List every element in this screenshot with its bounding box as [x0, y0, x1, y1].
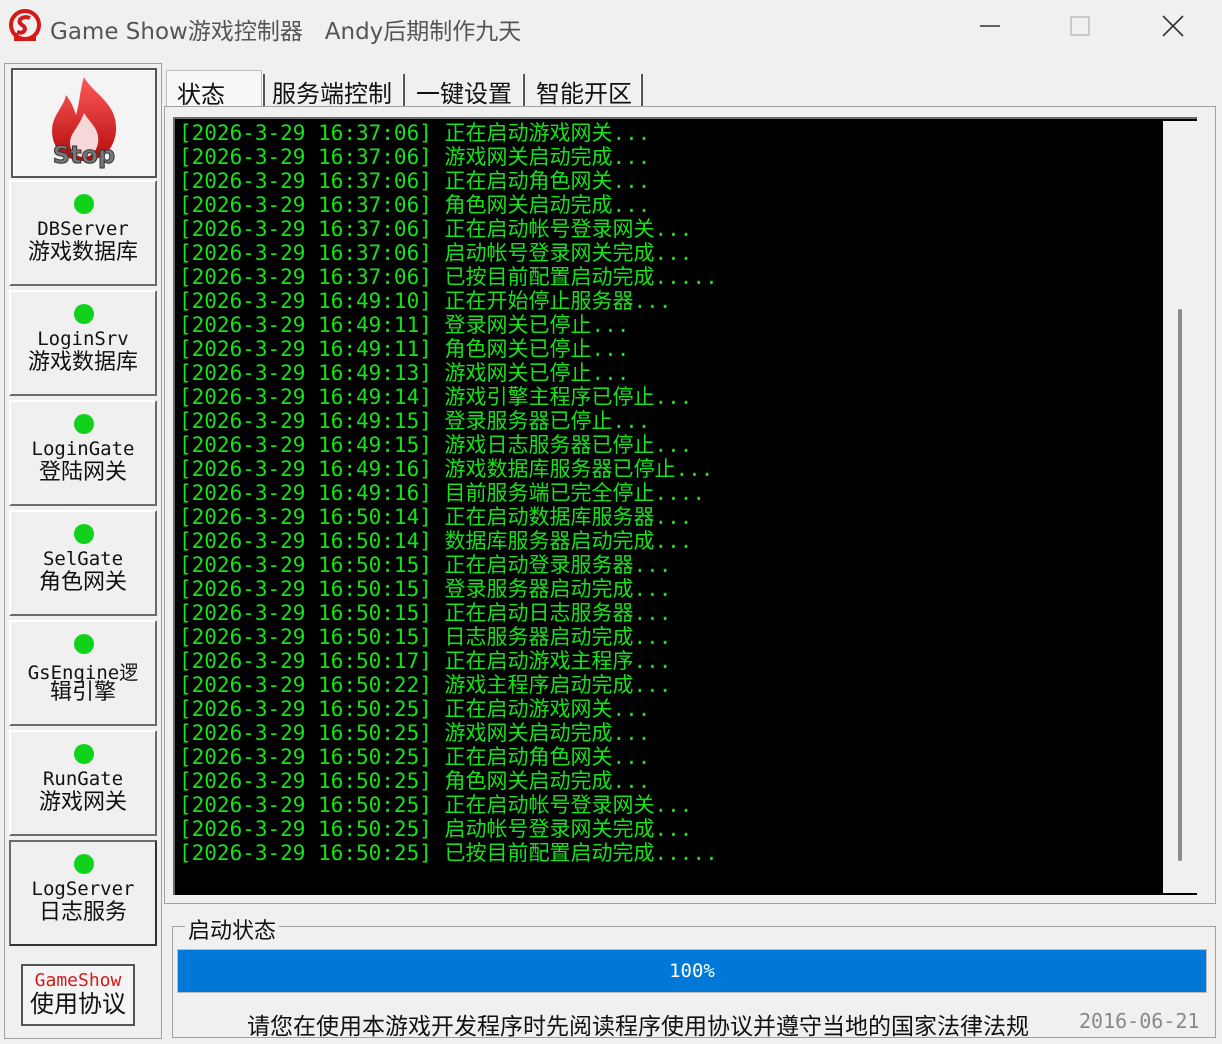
log-line: [2026-3-29 16:49:11] 登录网关已停止...: [179, 313, 630, 337]
log-line: [2026-3-29 16:50:15] 正在启动日志服务器...: [179, 601, 672, 625]
log-line: [2026-3-29 16:50:25] 正在启动帐号登录网关...: [179, 793, 693, 817]
log-line: [2026-3-29 16:37:06] 角色网关启动完成...: [179, 193, 651, 217]
log-line: [2026-3-29 16:50:25] 游戏网关启动完成...: [179, 721, 651, 745]
status-led-icon: [74, 634, 94, 654]
service-button-selgate[interactable]: SelGate 角色网关: [9, 510, 157, 616]
minimize-icon: [980, 25, 1000, 27]
flame-icon: Stop: [52, 77, 117, 170]
status-legend: 启动状态: [185, 913, 280, 945]
agreement-label: 使用协议: [30, 990, 126, 1018]
log-line: [2026-3-29 16:50:14] 数据库服务器启动完成...: [179, 529, 693, 553]
log-line: [2026-3-29 16:50:17] 正在启动游戏主程序...: [179, 649, 672, 673]
minimize-button[interactable]: [955, 0, 1025, 52]
log-line: [2026-3-29 16:50:25] 正在启动角色网关...: [179, 745, 651, 769]
service-desc: 登陆网关: [38, 460, 127, 485]
service-desc: 游戏网关: [38, 790, 127, 815]
status-led-icon: [74, 194, 94, 214]
service-name: LoginSrv: [37, 328, 129, 350]
service-name: RunGate: [42, 768, 124, 790]
service-desc: 辑引擎: [49, 680, 116, 705]
maximize-icon: [1070, 16, 1090, 36]
log-line: [2026-3-29 16:37:06] 正在启动角色网关...: [179, 169, 651, 193]
log-line: [2026-3-29 16:50:15] 日志服务器启动完成...: [179, 625, 672, 649]
close-button[interactable]: [1138, 0, 1208, 52]
tab-separator: [402, 74, 405, 108]
service-button-rungate[interactable]: RunGate 游戏网关: [9, 730, 157, 836]
service-button-loginsrv[interactable]: LoginSrv 游戏数据库: [9, 290, 157, 396]
service-desc: 角色网关: [38, 570, 127, 595]
log-line: [2026-3-29 16:37:06] 启动帐号登录网关完成...: [179, 241, 693, 265]
app-logo-icon: [9, 9, 41, 41]
log-line: [2026-3-29 16:50:14] 正在启动数据库服务器...: [179, 505, 693, 529]
status-led-icon: [74, 414, 94, 434]
service-desc: 游戏数据库: [27, 240, 138, 265]
log-line: [2026-3-29 16:49:13] 游戏网关已停止...: [179, 361, 630, 385]
tab-status[interactable]: 状态: [166, 70, 262, 109]
tab-one-click-setup[interactable]: 一键设置: [416, 70, 512, 108]
service-desc: 游戏数据库: [27, 350, 138, 375]
tab-separator: [522, 74, 525, 108]
service-name: SelGate: [42, 548, 124, 570]
log-line: [2026-3-29 16:49:15] 登录服务器已停止...: [179, 409, 651, 433]
tab-separator: [640, 74, 643, 108]
status-led-icon: [74, 304, 94, 324]
log-line: [2026-3-29 16:37:06] 游戏网关启动完成...: [179, 145, 651, 169]
log-line: [2026-3-29 16:50:15] 登录服务器启动完成...: [179, 577, 672, 601]
maximize-button[interactable]: [1045, 0, 1115, 52]
log-lines: [2026-3-29 16:37:06] 正在启动游戏网关... [2026-3-…: [179, 121, 718, 865]
startup-status-group: 启动状态 100% 请您在使用本游戏开发程序时先阅读程序使用协议并遵守当地的国家…: [172, 913, 1216, 1040]
log-line: [2026-3-29 16:50:22] 游戏主程序启动完成...: [179, 673, 672, 697]
log-line: [2026-3-29 16:37:06] 正在启动游戏网关...: [179, 121, 651, 145]
log-line: [2026-3-29 16:50:25] 已按目前配置启动完成.....: [179, 841, 718, 865]
log-line: [2026-3-29 16:50:25] 启动帐号登录网关完成...: [179, 817, 693, 841]
scrollbar-thumb[interactable]: [1178, 309, 1182, 861]
log-line: [2026-3-29 16:50:25] 正在启动游戏网关...: [179, 697, 651, 721]
log-scrollbar[interactable]: [1163, 121, 1197, 893]
status-led-icon: [74, 524, 94, 544]
stop-label: Stop: [53, 141, 115, 169]
log-line: [2026-3-29 16:37:06] 正在启动帐号登录网关...: [179, 217, 693, 241]
service-desc: 日志服务: [38, 900, 127, 925]
title-bar: Game Show游戏控制器 Andy后期制作九天: [0, 0, 1222, 52]
close-icon: [1162, 15, 1184, 37]
legal-notice: 请您在使用本游戏开发程序时先阅读程序使用协议并遵守当地的国家法律法规: [247, 1014, 1029, 1040]
log-line: [2026-3-29 16:49:11] 角色网关已停止...: [179, 337, 630, 361]
tab-smart-open-server[interactable]: 智能开区: [536, 70, 632, 108]
agreement-brand: GameShow: [34, 970, 122, 991]
log-line: [2026-3-29 16:37:06] 已按目前配置启动完成.....: [179, 265, 718, 289]
service-name: LoginGate: [31, 438, 135, 460]
log-line: [2026-3-29 16:50:15] 正在启动登录服务器...: [179, 553, 672, 577]
tab-server-control[interactable]: 服务端控制: [272, 70, 392, 108]
log-line: [2026-3-29 16:49:14] 游戏引擎主程序已停止...: [179, 385, 693, 409]
stop-button[interactable]: Stop: [11, 68, 157, 178]
log-line: [2026-3-29 16:50:25] 角色网关启动完成...: [179, 769, 651, 793]
service-panel: Stop DBServer 游戏数据库 LoginSrv 游戏数据库 Login…: [4, 63, 162, 1039]
service-button-gsengine[interactable]: GsEngine逻 辑引擎: [9, 620, 157, 726]
log-console[interactable]: [2026-3-29 16:37:06] 正在启动游戏网关... [2026-3-…: [173, 117, 1197, 895]
service-button-dbserver[interactable]: DBServer 游戏数据库: [9, 180, 157, 286]
status-led-icon: [74, 854, 94, 874]
service-name: LogServer: [31, 878, 135, 900]
service-name: DBServer: [37, 218, 129, 240]
log-line: [2026-3-29 16:49:16] 目前服务端已完全停止....: [179, 481, 706, 505]
tab-content-status: [2026-3-29 16:37:06] 正在启动游戏网关... [2026-3-…: [164, 106, 1216, 904]
log-line: [2026-3-29 16:49:10] 正在开始停止服务器...: [179, 289, 672, 313]
service-button-logingate[interactable]: LoginGate 登陆网关: [9, 400, 157, 506]
agreement-button[interactable]: GameShow 使用协议: [21, 964, 135, 1026]
service-button-logserver[interactable]: LogServer 日志服务: [9, 840, 157, 946]
status-led-icon: [74, 744, 94, 764]
log-line: [2026-3-29 16:49:15] 游戏日志服务器已停止...: [179, 433, 693, 457]
tab-separator: [262, 74, 265, 108]
progress-label: 100%: [669, 960, 715, 982]
startup-progress-bar: 100%: [177, 949, 1207, 993]
window-title: Game Show游戏控制器 Andy后期制作九天: [50, 19, 522, 45]
log-line: [2026-3-29 16:49:16] 游戏数据库服务器已停止...: [179, 457, 714, 481]
build-date: 2016-06-21: [1079, 1009, 1200, 1033]
